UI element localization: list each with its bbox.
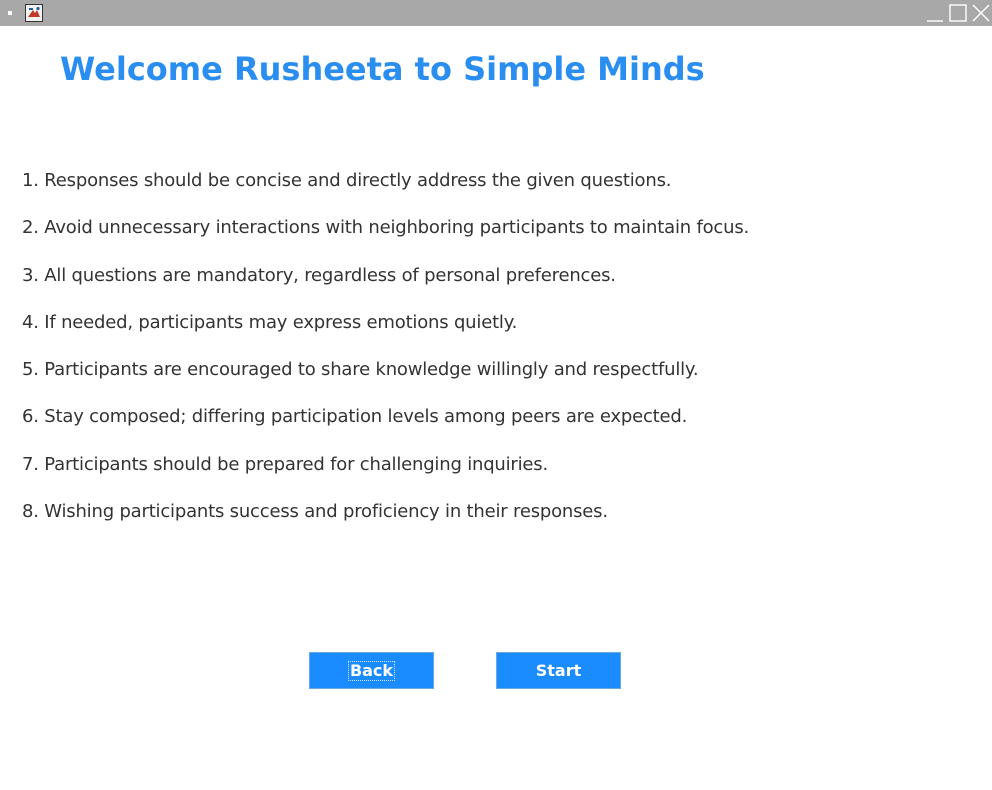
window-menu-icon[interactable] xyxy=(8,11,12,15)
start-button[interactable]: Start xyxy=(496,652,621,689)
rule-item: 1. Responses should be concise and direc… xyxy=(22,170,672,191)
rule-item: 4. If needed, participants may express e… xyxy=(22,311,518,333)
rule-item: 8. Wishing participants success and prof… xyxy=(22,501,608,523)
rule-item: 3. All questions are mandatory, regardle… xyxy=(22,264,616,286)
maximize-icon[interactable] xyxy=(947,2,969,24)
start-button-label: Start xyxy=(535,661,582,680)
back-button-label: Back xyxy=(347,661,396,681)
back-button[interactable]: Back xyxy=(309,652,434,689)
minimize-icon[interactable] xyxy=(924,2,946,24)
title-bar[interactable] xyxy=(0,0,992,26)
application-window: Welcome Rusheeta to Simple Minds 1. Resp… xyxy=(0,0,992,790)
rule-item: 2. Avoid unnecessary interactions with n… xyxy=(22,217,750,239)
close-icon[interactable] xyxy=(970,2,992,24)
rule-item: 5. Participants are encouraged to share … xyxy=(22,359,699,381)
rule-item: 7. Participants should be prepared for c… xyxy=(22,453,549,475)
rules-list: 1. Responses should be concise and direc… xyxy=(22,166,749,544)
window-controls xyxy=(923,0,992,26)
java-app-icon xyxy=(25,4,43,22)
page-title: Welcome Rusheeta to Simple Minds xyxy=(60,50,705,88)
rule-item: 6. Stay composed; differing participatio… xyxy=(22,406,688,428)
